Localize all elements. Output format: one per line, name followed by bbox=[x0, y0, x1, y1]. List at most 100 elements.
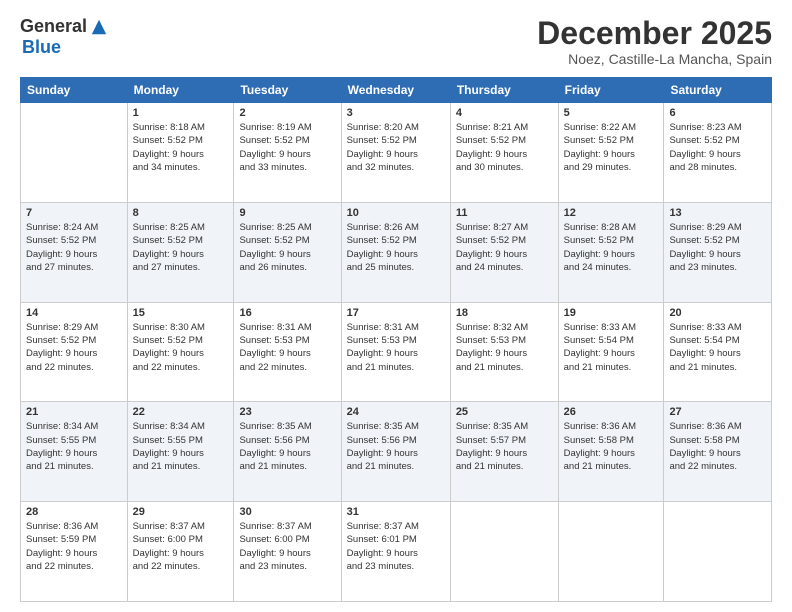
calendar-cell: 14 Sunrise: 8:29 AM Sunset: 5:52 PM Dayli… bbox=[21, 302, 128, 402]
calendar-cell: 28 Sunrise: 8:36 AM Sunset: 5:59 PM Dayli… bbox=[21, 502, 128, 602]
day-info: Sunrise: 8:36 AM Sunset: 5:59 PM Dayligh… bbox=[26, 520, 122, 573]
day-number: 23 bbox=[239, 406, 335, 418]
weekday-header-sunday: Sunday bbox=[21, 78, 128, 103]
day-number: 17 bbox=[347, 307, 445, 319]
day-info: Sunrise: 8:34 AM Sunset: 5:55 PM Dayligh… bbox=[26, 420, 122, 473]
title-block: December 2025 Noez, Castille-La Mancha, … bbox=[537, 16, 772, 67]
day-number: 30 bbox=[239, 506, 335, 518]
day-number: 24 bbox=[347, 406, 445, 418]
calendar-cell: 21 Sunrise: 8:34 AM Sunset: 5:55 PM Dayli… bbox=[21, 402, 128, 502]
day-info: Sunrise: 8:23 AM Sunset: 5:52 PM Dayligh… bbox=[669, 121, 766, 174]
calendar-table: SundayMondayTuesdayWednesdayThursdayFrid… bbox=[20, 77, 772, 602]
day-number: 14 bbox=[26, 307, 122, 319]
day-info: Sunrise: 8:32 AM Sunset: 5:53 PM Dayligh… bbox=[456, 321, 553, 374]
calendar-cell: 15 Sunrise: 8:30 AM Sunset: 5:52 PM Dayli… bbox=[127, 302, 234, 402]
calendar-cell: 17Sunrise: 8:31 AM Sunset: 5:53 PM Dayli… bbox=[341, 302, 450, 402]
calendar-cell bbox=[558, 502, 664, 602]
calendar-page: General Blue December 2025 Noez, Castill… bbox=[0, 0, 792, 612]
calendar-cell bbox=[21, 103, 128, 203]
day-info: Sunrise: 8:25 AM Sunset: 5:52 PM Dayligh… bbox=[133, 221, 229, 274]
day-info: Sunrise: 8:35 AM Sunset: 5:56 PM Dayligh… bbox=[239, 420, 335, 473]
day-number: 12 bbox=[564, 207, 659, 219]
calendar-cell: 9Sunrise: 8:25 AM Sunset: 5:52 PM Daylig… bbox=[234, 202, 341, 302]
calendar-cell: 16Sunrise: 8:31 AM Sunset: 5:53 PM Dayli… bbox=[234, 302, 341, 402]
calendar-cell: 23 Sunrise: 8:35 AM Sunset: 5:56 PM Dayli… bbox=[234, 402, 341, 502]
day-number: 3 bbox=[347, 107, 445, 119]
calendar-week-row: 28 Sunrise: 8:36 AM Sunset: 5:59 PM Dayli… bbox=[21, 502, 772, 602]
day-number: 6 bbox=[669, 107, 766, 119]
calendar-cell: 18Sunrise: 8:32 AM Sunset: 5:53 PM Dayli… bbox=[450, 302, 558, 402]
day-info: Sunrise: 8:36 AM Sunset: 5:58 PM Dayligh… bbox=[669, 420, 766, 473]
calendar-cell: 7 Sunrise: 8:24 AM Sunset: 5:52 PM Daylig… bbox=[21, 202, 128, 302]
calendar-cell: 12 Sunrise: 8:28 AM Sunset: 5:52 PM Dayli… bbox=[558, 202, 664, 302]
calendar-cell: 24 Sunrise: 8:35 AM Sunset: 5:56 PM Dayli… bbox=[341, 402, 450, 502]
day-number: 13 bbox=[669, 207, 766, 219]
location-text: Noez, Castille-La Mancha, Spain bbox=[537, 51, 772, 67]
day-info: Sunrise: 8:37 AM Sunset: 6:01 PM Dayligh… bbox=[347, 520, 445, 573]
calendar-cell: 4 Sunrise: 8:21 AM Sunset: 5:52 PM Daylig… bbox=[450, 103, 558, 203]
day-info: Sunrise: 8:29 AM Sunset: 5:52 PM Dayligh… bbox=[669, 221, 766, 274]
calendar-cell: 1 Sunrise: 8:18 AM Sunset: 5:52 PM Daylig… bbox=[127, 103, 234, 203]
day-info: Sunrise: 8:28 AM Sunset: 5:52 PM Dayligh… bbox=[564, 221, 659, 274]
weekday-header-monday: Monday bbox=[127, 78, 234, 103]
day-number: 2 bbox=[239, 107, 335, 119]
day-info: Sunrise: 8:22 AM Sunset: 5:52 PM Dayligh… bbox=[564, 121, 659, 174]
calendar-cell: 8Sunrise: 8:25 AM Sunset: 5:52 PM Daylig… bbox=[127, 202, 234, 302]
day-number: 15 bbox=[133, 307, 229, 319]
day-number: 31 bbox=[347, 506, 445, 518]
calendar-cell: 10Sunrise: 8:26 AM Sunset: 5:52 PM Dayli… bbox=[341, 202, 450, 302]
weekday-header-tuesday: Tuesday bbox=[234, 78, 341, 103]
calendar-cell: 26Sunrise: 8:36 AM Sunset: 5:58 PM Dayli… bbox=[558, 402, 664, 502]
logo: General Blue bbox=[20, 16, 108, 58]
calendar-cell: 2Sunrise: 8:19 AM Sunset: 5:52 PM Daylig… bbox=[234, 103, 341, 203]
weekday-header-wednesday: Wednesday bbox=[341, 78, 450, 103]
calendar-cell: 22Sunrise: 8:34 AM Sunset: 5:55 PM Dayli… bbox=[127, 402, 234, 502]
calendar-week-row: 14 Sunrise: 8:29 AM Sunset: 5:52 PM Dayli… bbox=[21, 302, 772, 402]
day-info: Sunrise: 8:31 AM Sunset: 5:53 PM Dayligh… bbox=[239, 321, 335, 374]
day-info: Sunrise: 8:21 AM Sunset: 5:52 PM Dayligh… bbox=[456, 121, 553, 174]
logo-general-text: General bbox=[20, 16, 87, 37]
day-info: Sunrise: 8:18 AM Sunset: 5:52 PM Dayligh… bbox=[133, 121, 229, 174]
day-number: 25 bbox=[456, 406, 553, 418]
day-number: 20 bbox=[669, 307, 766, 319]
weekday-header-friday: Friday bbox=[558, 78, 664, 103]
day-number: 28 bbox=[26, 506, 122, 518]
calendar-cell: 5 Sunrise: 8:22 AM Sunset: 5:52 PM Daylig… bbox=[558, 103, 664, 203]
logo-blue-text: Blue bbox=[22, 37, 61, 58]
day-info: Sunrise: 8:35 AM Sunset: 5:57 PM Dayligh… bbox=[456, 420, 553, 473]
calendar-cell: 29 Sunrise: 8:37 AM Sunset: 6:00 PM Dayli… bbox=[127, 502, 234, 602]
calendar-cell: 13 Sunrise: 8:29 AM Sunset: 5:52 PM Dayli… bbox=[664, 202, 772, 302]
calendar-cell: 20 Sunrise: 8:33 AM Sunset: 5:54 PM Dayli… bbox=[664, 302, 772, 402]
day-info: Sunrise: 8:34 AM Sunset: 5:55 PM Dayligh… bbox=[133, 420, 229, 473]
day-info: Sunrise: 8:37 AM Sunset: 6:00 PM Dayligh… bbox=[239, 520, 335, 573]
day-info: Sunrise: 8:33 AM Sunset: 5:54 PM Dayligh… bbox=[669, 321, 766, 374]
day-info: Sunrise: 8:24 AM Sunset: 5:52 PM Dayligh… bbox=[26, 221, 122, 274]
day-number: 1 bbox=[133, 107, 229, 119]
weekday-header-thursday: Thursday bbox=[450, 78, 558, 103]
day-number: 4 bbox=[456, 107, 553, 119]
day-info: Sunrise: 8:37 AM Sunset: 6:00 PM Dayligh… bbox=[133, 520, 229, 573]
day-info: Sunrise: 8:20 AM Sunset: 5:52 PM Dayligh… bbox=[347, 121, 445, 174]
calendar-cell: 11Sunrise: 8:27 AM Sunset: 5:52 PM Dayli… bbox=[450, 202, 558, 302]
calendar-cell: 27Sunrise: 8:36 AM Sunset: 5:58 PM Dayli… bbox=[664, 402, 772, 502]
day-number: 7 bbox=[26, 207, 122, 219]
day-number: 5 bbox=[564, 107, 659, 119]
day-info: Sunrise: 8:33 AM Sunset: 5:54 PM Dayligh… bbox=[564, 321, 659, 374]
month-title: December 2025 bbox=[537, 16, 772, 51]
day-info: Sunrise: 8:30 AM Sunset: 5:52 PM Dayligh… bbox=[133, 321, 229, 374]
calendar-cell: 3 Sunrise: 8:20 AM Sunset: 5:52 PM Daylig… bbox=[341, 103, 450, 203]
day-number: 9 bbox=[239, 207, 335, 219]
calendar-cell bbox=[450, 502, 558, 602]
day-info: Sunrise: 8:36 AM Sunset: 5:58 PM Dayligh… bbox=[564, 420, 659, 473]
calendar-cell: 25 Sunrise: 8:35 AM Sunset: 5:57 PM Dayli… bbox=[450, 402, 558, 502]
weekday-header-row: SundayMondayTuesdayWednesdayThursdayFrid… bbox=[21, 78, 772, 103]
calendar-cell: 19 Sunrise: 8:33 AM Sunset: 5:54 PM Dayli… bbox=[558, 302, 664, 402]
day-number: 29 bbox=[133, 506, 229, 518]
calendar-week-row: 1 Sunrise: 8:18 AM Sunset: 5:52 PM Daylig… bbox=[21, 103, 772, 203]
day-info: Sunrise: 8:26 AM Sunset: 5:52 PM Dayligh… bbox=[347, 221, 445, 274]
day-info: Sunrise: 8:35 AM Sunset: 5:56 PM Dayligh… bbox=[347, 420, 445, 473]
day-info: Sunrise: 8:27 AM Sunset: 5:52 PM Dayligh… bbox=[456, 221, 553, 274]
day-number: 19 bbox=[564, 307, 659, 319]
day-number: 21 bbox=[26, 406, 122, 418]
day-info: Sunrise: 8:29 AM Sunset: 5:52 PM Dayligh… bbox=[26, 321, 122, 374]
